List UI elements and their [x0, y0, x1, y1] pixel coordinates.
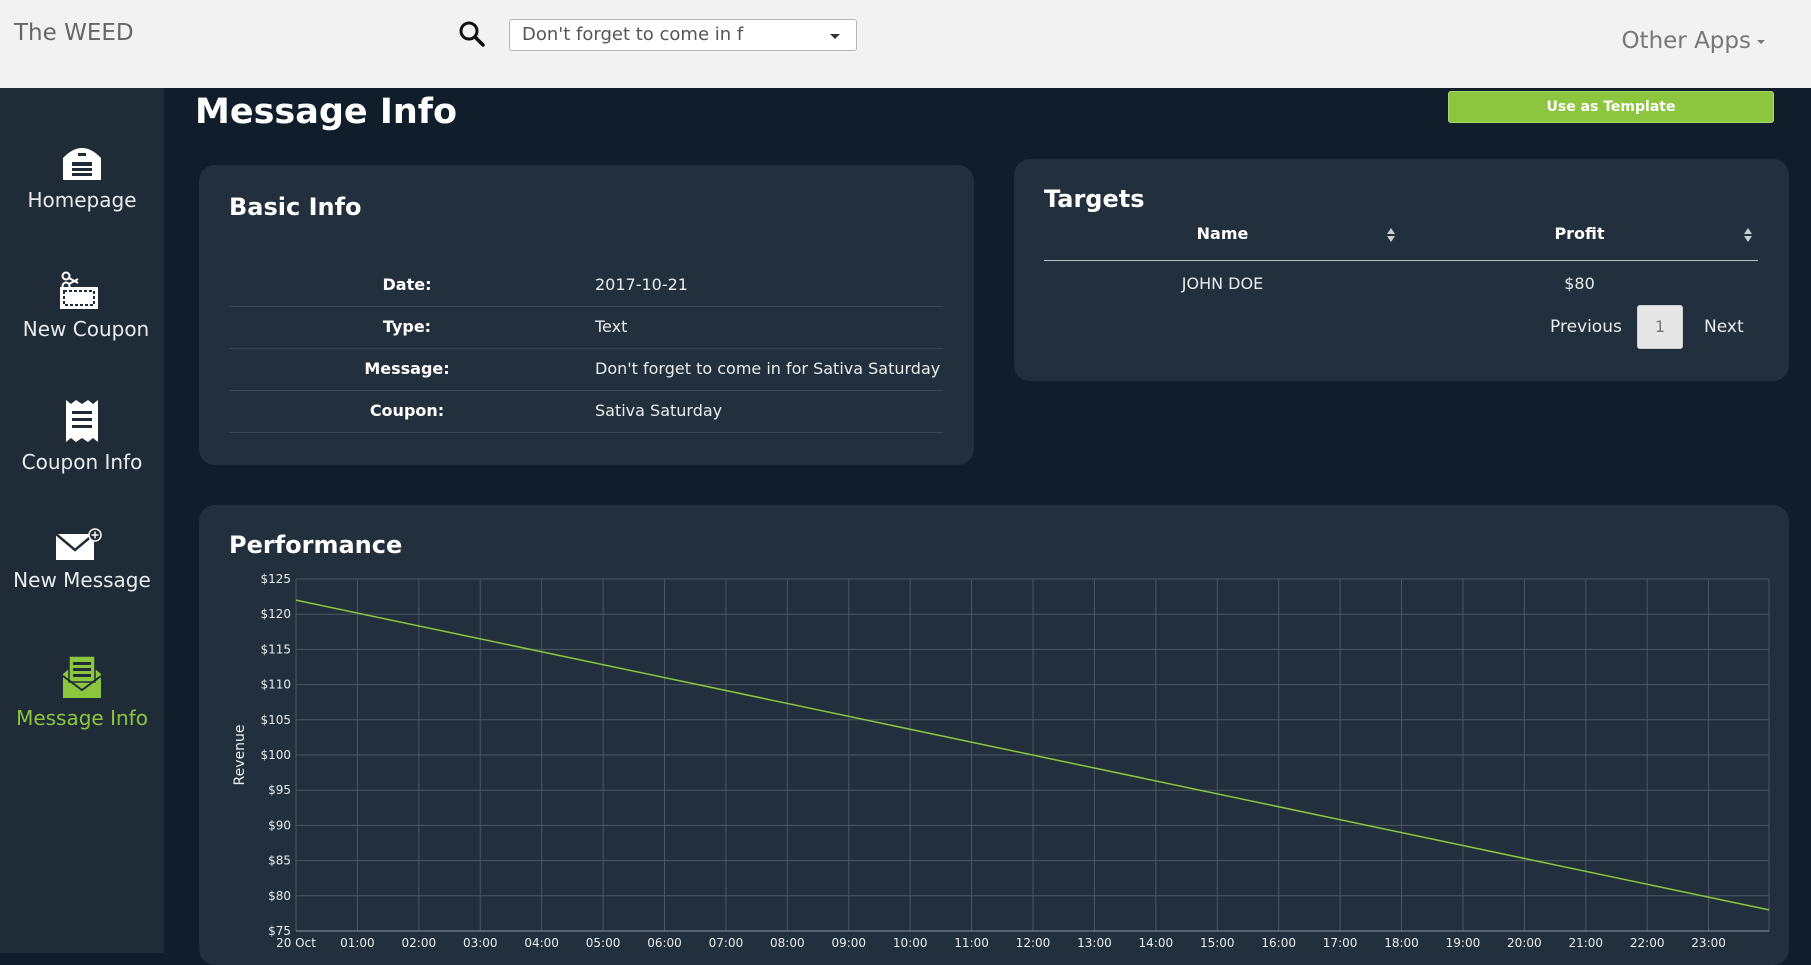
sidebar-item-coupon-info[interactable]: Coupon Info	[0, 398, 164, 474]
y-tick-label: $95	[268, 783, 291, 797]
receipt-icon	[66, 400, 98, 442]
x-tick-label: 07:00	[709, 936, 744, 950]
y-axis-label: Revenue	[232, 725, 248, 786]
y-tick-label: $110	[260, 678, 291, 692]
x-tick-label: 11:00	[954, 936, 989, 950]
sidebar-item-label: New Coupon	[22, 317, 150, 341]
chevron-down-icon	[830, 34, 840, 39]
use-as-template-button[interactable]: Use as Template	[1448, 91, 1774, 123]
y-tick-label: $90	[268, 818, 291, 832]
sidebar-item-label: Homepage	[27, 188, 137, 212]
x-tick-label: 06:00	[647, 936, 682, 950]
basic-info-title: Basic Info	[229, 193, 362, 221]
pagination-next[interactable]: Next	[1704, 317, 1744, 337]
y-tick-label: $115	[260, 642, 291, 656]
sidebar-item-message-info[interactable]: Message Info	[0, 654, 164, 730]
sort-icon[interactable]	[1386, 227, 1396, 243]
x-tick-label: 21:00	[1568, 936, 1603, 950]
x-tick-label: 23:00	[1691, 936, 1726, 950]
info-row-message: Message: Don't forget to come in for Sat…	[229, 348, 943, 391]
info-row-type: Type: Text	[229, 306, 943, 349]
x-tick-label: 16:00	[1261, 936, 1296, 950]
info-value: Text	[595, 317, 628, 336]
x-tick-label: 01:00	[340, 936, 375, 950]
targets-title: Targets	[1044, 185, 1145, 213]
x-tick-label: 09:00	[831, 936, 866, 950]
x-tick-label: 15:00	[1200, 936, 1235, 950]
x-tick-label: 20:00	[1507, 936, 1542, 950]
x-tick-label: 22:00	[1630, 936, 1665, 950]
x-tick-label: 05:00	[586, 936, 621, 950]
x-tick-label: 04:00	[524, 936, 559, 950]
info-label: Coupon:	[369, 401, 445, 420]
table-cell-name: JOHN DOE	[1181, 274, 1264, 293]
y-tick-label: $125	[260, 572, 291, 586]
info-row-date: Date: 2017-10-21	[229, 264, 943, 307]
page-title: Message Info	[195, 92, 458, 132]
sidebar-item-label: Message Info	[16, 706, 148, 730]
info-label: Type:	[382, 317, 432, 336]
sidebar-item-label: Coupon Info	[21, 450, 143, 474]
y-tick-label: $105	[260, 713, 291, 727]
info-label: Message:	[364, 359, 450, 378]
search-icon[interactable]	[458, 20, 486, 48]
y-tick-label: $120	[260, 607, 291, 621]
info-value: 2017-10-21	[595, 275, 688, 294]
y-tick-label: $85	[268, 854, 291, 868]
x-tick-label: 17:00	[1323, 936, 1358, 950]
sidebar-item-homepage[interactable]: Homepage	[0, 142, 164, 212]
pagination-previous[interactable]: Previous	[1550, 317, 1622, 337]
sidebar-item-new-message[interactable]: New Message	[0, 528, 164, 592]
homepage-icon	[63, 148, 101, 180]
message-info-icon	[62, 655, 102, 698]
x-tick-label: 02:00	[402, 936, 437, 950]
info-value: Don't forget to come in for Sativa Satur…	[595, 359, 941, 378]
targets-card: Targets Name Profit JOHN DOE $80 Previou…	[1014, 159, 1789, 381]
other-apps-label: Other Apps	[1621, 28, 1751, 54]
info-row-coupon: Coupon: Sativa Saturday	[229, 390, 943, 433]
info-label: Date:	[382, 275, 432, 294]
x-tick-label: 20 Oct	[276, 936, 316, 950]
sidebar-item-new-coupon[interactable]: New Coupon	[0, 271, 164, 341]
table-cell-profit: $80	[1564, 274, 1595, 293]
envelope-plus-icon	[55, 528, 102, 560]
x-tick-label: 12:00	[1016, 936, 1051, 950]
x-tick-label: 10:00	[893, 936, 928, 950]
x-tick-label: 13:00	[1077, 936, 1112, 950]
message-select-value: Don't forget to come in f	[522, 24, 744, 45]
message-select[interactable]: Don't forget to come in f	[509, 19, 857, 51]
y-tick-label: $80	[268, 889, 291, 903]
sort-icon[interactable]	[1743, 227, 1753, 243]
performance-chart: $75$80$85$90$95$100$105$110$115$120$1252…	[232, 572, 1770, 950]
coupon-scissors-icon	[60, 271, 98, 309]
basic-info-card: Basic Info Date: 2017-10-21 Type: Text M…	[199, 165, 974, 465]
info-value: Sativa Saturday	[595, 401, 723, 420]
sidebar-item-label: New Message	[13, 568, 151, 592]
column-header-name[interactable]: Name	[1044, 219, 1401, 249]
other-apps-dropdown[interactable]: Other Apps	[1621, 28, 1765, 54]
y-tick-label: $100	[260, 748, 291, 762]
x-tick-label: 18:00	[1384, 936, 1419, 950]
column-header-profit[interactable]: Profit	[1401, 219, 1758, 249]
table-header-divider	[1044, 260, 1758, 261]
sidebar: Homepage New Coupon Coupon Info New Mess…	[0, 88, 164, 953]
x-tick-label: 14:00	[1139, 936, 1174, 950]
x-tick-label: 03:00	[463, 936, 498, 950]
caret-down-icon	[1757, 39, 1765, 44]
performance-card: Performance $75 $80 $85 $90 $95 $100 $105 $110 $…	[199, 505, 1789, 965]
pagination-page-1[interactable]: 1	[1637, 305, 1683, 349]
brand-title[interactable]: The WEED	[14, 20, 134, 46]
x-tick-label: 19:00	[1446, 936, 1481, 950]
x-tick-label: 08:00	[770, 936, 805, 950]
top-navbar: The WEED Don't forget to come in f Other…	[0, 0, 1811, 88]
